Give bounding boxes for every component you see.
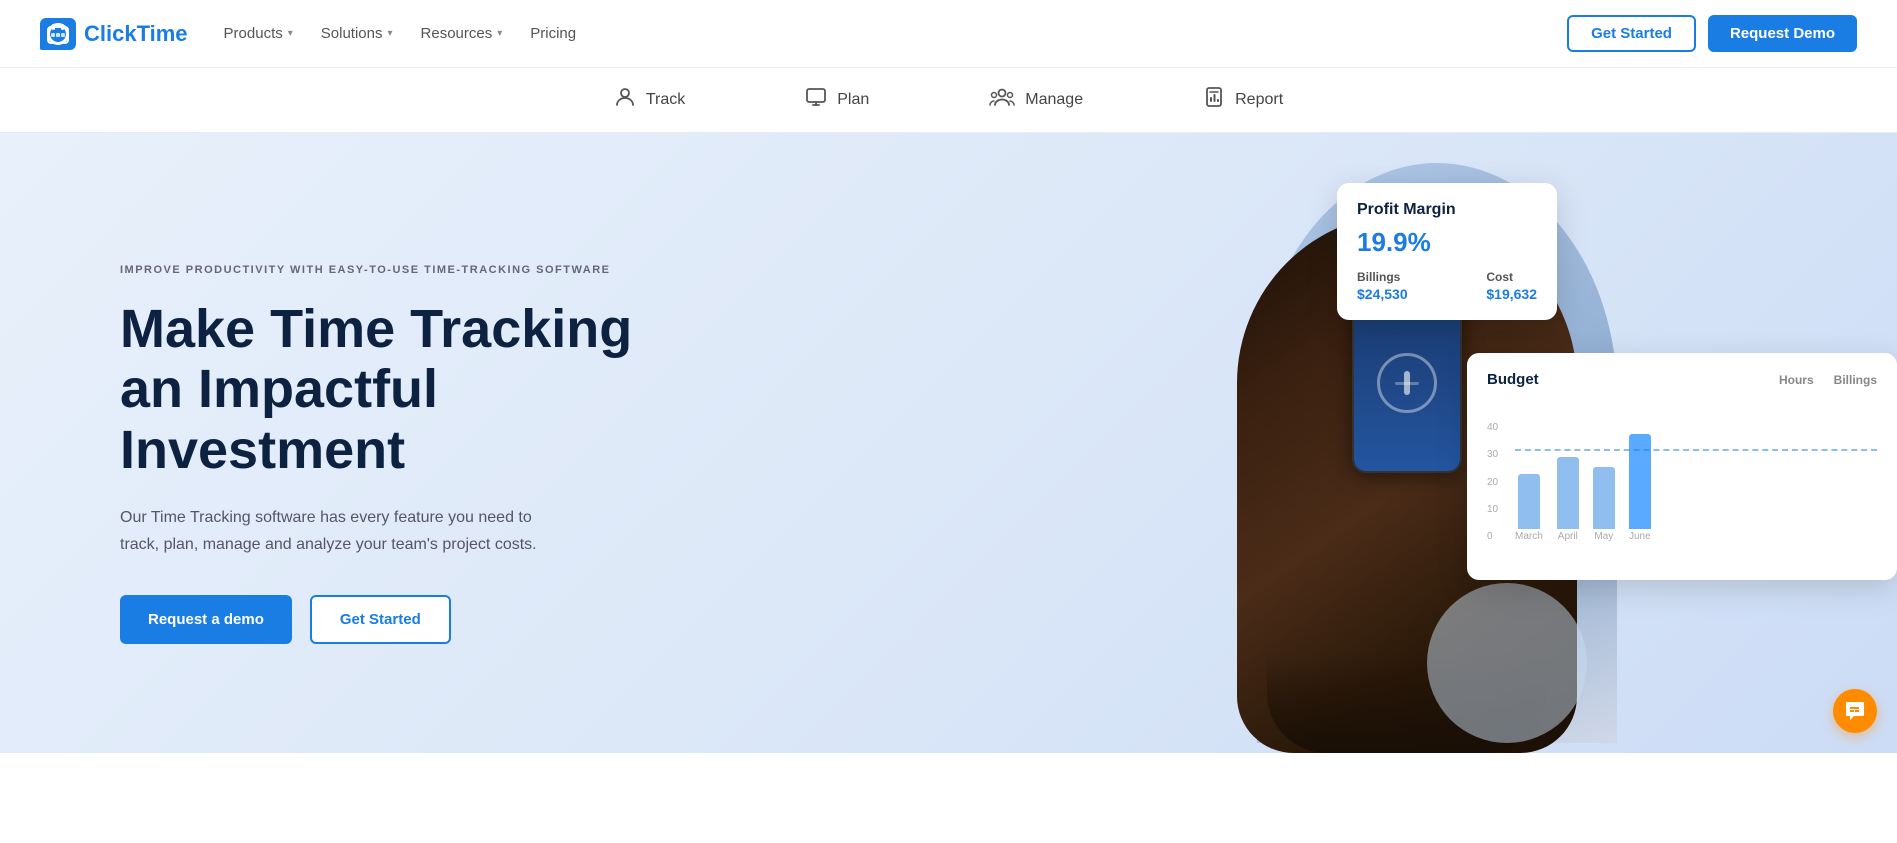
billings-col-label: Billings xyxy=(1834,373,1877,387)
sub-nav: Track Plan Manage xyxy=(0,68,1897,133)
group-icon xyxy=(989,86,1015,114)
bar-march-bar xyxy=(1518,474,1540,529)
chart-bars: March April May xyxy=(1515,434,1877,562)
chart-area: 0 10 20 30 40 March xyxy=(1487,402,1877,562)
budget-title: Budget xyxy=(1487,371,1539,388)
logo-icon xyxy=(40,18,76,50)
hero-demo-button[interactable]: Request a demo xyxy=(120,595,292,644)
screen-icon xyxy=(805,86,827,114)
bar-april-bar xyxy=(1557,457,1579,529)
subnav-report-label: Report xyxy=(1235,91,1283,109)
hero-subtitle: Our Time Tracking software has every fea… xyxy=(120,504,560,558)
nav-solutions[interactable]: Solutions ▾ xyxy=(321,25,393,42)
hero-eyebrow: IMPROVE PRODUCTIVITY WITH EASY-TO-USE TI… xyxy=(120,262,680,279)
request-demo-button[interactable]: Request Demo xyxy=(1708,15,1857,52)
subnav-plan-label: Plan xyxy=(837,91,869,109)
nav-links: Products ▾ Solutions ▾ Resources ▾ Prici… xyxy=(224,25,577,42)
navbar-left: ClickTime Products ▾ Solutions ▾ Resourc… xyxy=(40,18,576,50)
get-started-button[interactable]: Get Started xyxy=(1567,15,1696,52)
chat-bubble[interactable] xyxy=(1833,689,1877,733)
chevron-down-icon: ▾ xyxy=(497,28,502,39)
profit-card-title: Profit Margin xyxy=(1357,201,1537,219)
subnav-track-label: Track xyxy=(646,91,685,109)
billings-row: Billings $24,530 Cost $19,632 xyxy=(1357,270,1537,302)
hours-label: Hours xyxy=(1779,373,1814,387)
bar-april-label: April xyxy=(1558,531,1578,542)
subnav-manage-label: Manage xyxy=(1025,91,1083,109)
budget-col-labels: Hours Billings xyxy=(1779,373,1877,387)
hero-visual: Profit Margin 19.9% Billings $24,530 Cos… xyxy=(1137,133,1897,753)
chevron-down-icon: ▾ xyxy=(388,28,393,39)
subnav-manage[interactable]: Manage xyxy=(989,86,1083,114)
bar-march: March xyxy=(1515,474,1543,542)
report-icon xyxy=(1203,86,1225,114)
bar-april: April xyxy=(1557,457,1579,542)
subnav-report[interactable]: Report xyxy=(1203,86,1283,114)
phone-device xyxy=(1352,293,1462,473)
bar-june-label: June xyxy=(1629,531,1651,542)
hero-title: Make Time Tracking an Impactful Investme… xyxy=(120,299,680,480)
subnav-track[interactable]: Track xyxy=(614,86,685,114)
chart-y-axis: 0 10 20 30 40 xyxy=(1487,422,1515,562)
logo[interactable]: ClickTime xyxy=(40,18,188,50)
nav-resources[interactable]: Resources ▾ xyxy=(421,25,503,42)
budget-chart-card: Budget Hours Billings 0 10 20 30 40 xyxy=(1467,353,1897,580)
profit-value: 19.9% xyxy=(1357,227,1537,258)
navbar: ClickTime Products ▾ Solutions ▾ Resourc… xyxy=(0,0,1897,68)
hero-section: IMPROVE PRODUCTIVITY WITH EASY-TO-USE TI… xyxy=(0,133,1897,753)
chart-bars-area: March April May xyxy=(1515,434,1877,562)
profit-margin-card: Profit Margin 19.9% Billings $24,530 Cos… xyxy=(1337,183,1557,320)
hero-started-button[interactable]: Get Started xyxy=(310,595,451,644)
billings-group: Billings $24,530 xyxy=(1357,270,1408,302)
circle-decoration xyxy=(1427,583,1587,743)
hero-buttons: Request a demo Get Started xyxy=(120,595,680,644)
budget-header: Budget Hours Billings xyxy=(1487,371,1877,388)
bar-may-label: May xyxy=(1594,531,1613,542)
bar-may: May xyxy=(1593,467,1615,542)
navbar-right: Get Started Request Demo xyxy=(1567,15,1857,52)
nav-pricing[interactable]: Pricing xyxy=(530,25,576,42)
person-icon xyxy=(614,86,636,114)
bar-march-label: March xyxy=(1515,531,1543,542)
bar-may-bar xyxy=(1593,467,1615,529)
subnav-plan[interactable]: Plan xyxy=(805,86,869,114)
hero-content: IMPROVE PRODUCTIVITY WITH EASY-TO-USE TI… xyxy=(120,262,680,643)
dashed-line xyxy=(1515,449,1877,451)
chevron-down-icon: ▾ xyxy=(288,28,293,39)
nav-products[interactable]: Products ▾ xyxy=(224,25,293,42)
cost-group: Cost $19,632 xyxy=(1486,270,1537,302)
logo-text: ClickTime xyxy=(84,21,188,47)
